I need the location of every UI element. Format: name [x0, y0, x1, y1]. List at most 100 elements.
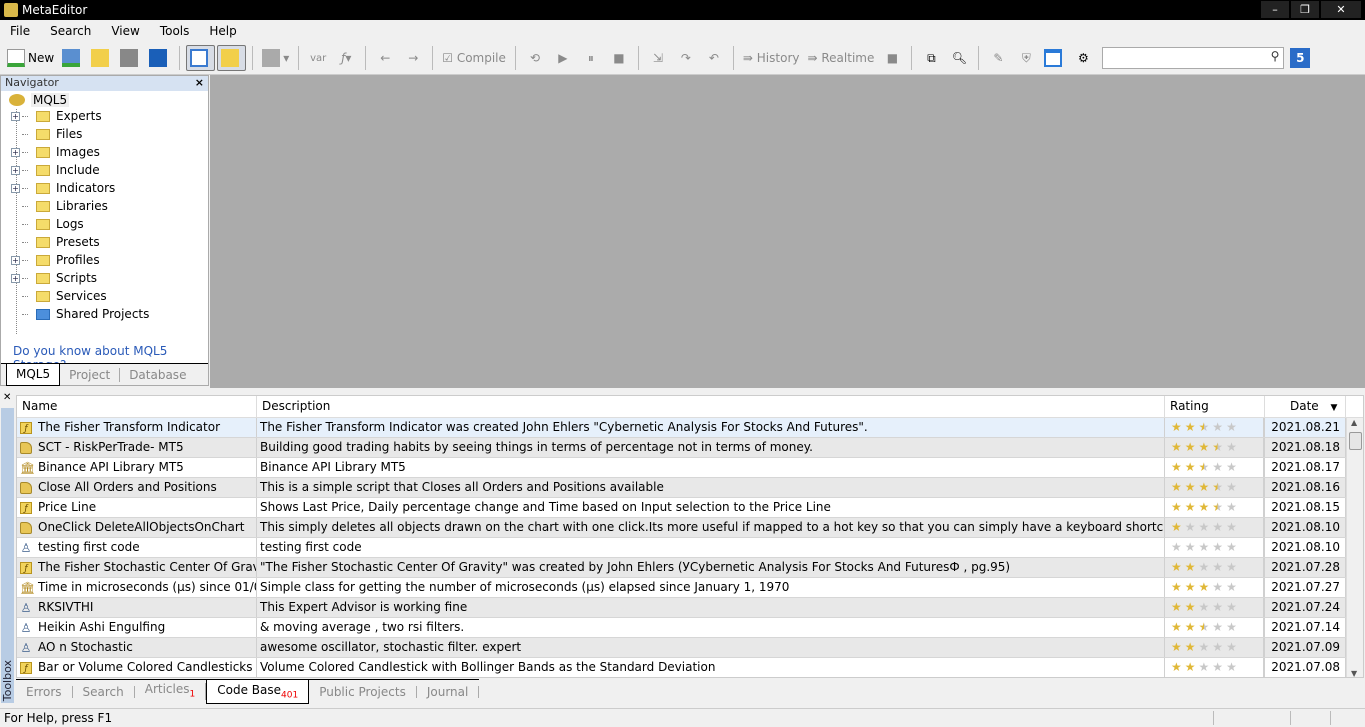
tree-item-services[interactable]: Services: [11, 287, 107, 305]
compile-button[interactable]: ☑ Compile: [439, 45, 509, 71]
terminal-button[interactable]: [1041, 45, 1068, 71]
settings-button[interactable]: ⚙: [1070, 45, 1096, 71]
menu-help[interactable]: Help: [199, 24, 246, 38]
table-row[interactable]: OneClick DeleteAllObjectsOnChart This sim…: [17, 518, 1363, 538]
table-row[interactable]: SCT - RiskPerTrade- MT5 Building good tra…: [17, 438, 1363, 458]
scroll-thumb[interactable]: [1349, 432, 1362, 450]
styler-button[interactable]: ▾: [259, 45, 292, 71]
new-project-button[interactable]: [59, 45, 86, 71]
maximize-button[interactable]: ❐: [1291, 1, 1319, 18]
step-out-button[interactable]: ↶: [701, 45, 727, 71]
stop-profiling-button[interactable]: ■: [879, 45, 905, 71]
star-icon: ★: [1184, 640, 1196, 654]
close-icon[interactable]: ✕: [3, 392, 11, 403]
search-input[interactable]: ⚲: [1102, 47, 1285, 69]
table-row[interactable]: ƒ The Fisher Transform Indicator The Fishe…: [17, 418, 1363, 438]
expand-icon[interactable]: +: [11, 273, 20, 283]
star-icon: ★: [1198, 600, 1210, 614]
menu-file[interactable]: File: [0, 24, 40, 38]
table-row[interactable]: ƒ Price Line Shows Last Price, Daily perce…: [17, 498, 1363, 518]
close-button[interactable]: ✕: [1321, 1, 1361, 18]
expand-icon[interactable]: +: [11, 255, 20, 265]
tab-mql5[interactable]: MQL5: [6, 363, 61, 386]
copy-button[interactable]: ⧉: [918, 45, 944, 71]
column-rating[interactable]: Rating: [1165, 396, 1265, 417]
tree-item-libraries[interactable]: Libraries: [11, 197, 108, 215]
insert-function-button[interactable]: ƒ ▾: [333, 45, 359, 71]
table-row[interactable]: ♙ testing first code testing first code ★ ★ ★…: [17, 538, 1363, 558]
table-row[interactable]: 🏛︎ Binance API Library MT5 Binance API Lib…: [17, 458, 1363, 478]
table-row[interactable]: 🏛︎Time in microseconds (µs) since 01/01/…: [17, 578, 1363, 598]
toggle-toolbox-button[interactable]: [217, 45, 247, 71]
step-into-button[interactable]: ⇲: [645, 45, 671, 71]
styler-comb-button[interactable]: ✎: [985, 45, 1011, 71]
tree-item-experts[interactable]: + Experts: [11, 107, 102, 125]
history-button[interactable]: ⇛ History: [740, 45, 803, 71]
window-title: MetaEditor: [22, 3, 88, 17]
tree-item-files[interactable]: Files: [11, 125, 82, 143]
column-name[interactable]: Name: [17, 396, 257, 417]
toggle-navigator-button[interactable]: [186, 45, 216, 71]
star-icon: ★: [1171, 480, 1182, 494]
tree-item-logs[interactable]: Logs: [11, 215, 84, 233]
scroll-down-icon[interactable]: ▼: [1351, 669, 1357, 677]
step-over-button[interactable]: ↷: [673, 45, 699, 71]
save-all-button[interactable]: [146, 45, 173, 71]
debug-history-button[interactable]: ⟲: [522, 45, 548, 71]
start-button[interactable]: ▶: [550, 45, 576, 71]
tab-project[interactable]: Project: [60, 367, 121, 382]
tab-database[interactable]: Database: [120, 368, 195, 382]
forward-button[interactable]: →: [400, 45, 426, 71]
tree-item-indicators[interactable]: + Indicators: [11, 179, 115, 197]
tab-public-projects[interactable]: Public Projects: [309, 685, 417, 698]
expand-icon[interactable]: +: [11, 147, 20, 157]
back-button[interactable]: ←: [372, 45, 398, 71]
stop-icon: ■: [886, 51, 899, 65]
tree-item-profiles[interactable]: + Profiles: [11, 251, 100, 269]
tree-root[interactable]: MQL5: [9, 93, 70, 107]
save-button[interactable]: [117, 45, 144, 71]
menu-tools[interactable]: Tools: [150, 24, 200, 38]
stop-button[interactable]: ■: [606, 45, 632, 71]
tree-item-include[interactable]: + Include: [11, 161, 100, 179]
vertical-scrollbar[interactable]: ▲ ▼: [1346, 418, 1363, 677]
restart-icon: ⟲: [529, 51, 540, 65]
find-in-files-button[interactable]: 🔍︎: [946, 45, 972, 71]
table-row[interactable]: Close All Orders and Positions This is a …: [17, 478, 1363, 498]
scroll-up-icon[interactable]: ▲: [1351, 418, 1357, 427]
menu-view[interactable]: View: [101, 24, 149, 38]
table-row[interactable]: ♙ Heikin Ashi Engulfing & moving average ,…: [17, 618, 1363, 638]
expand-icon[interactable]: +: [11, 165, 20, 175]
insert-var-button[interactable]: var: [305, 45, 331, 71]
table-row[interactable]: ƒ The Fisher Stochastic Center Of Gravity…: [17, 558, 1363, 578]
menu-search[interactable]: Search: [40, 24, 101, 38]
expand-icon[interactable]: +: [11, 183, 20, 193]
new-project-icon: [62, 49, 81, 67]
cell-rating: ★ ★ ★ ★ ★: [1165, 598, 1265, 617]
tree-item-shared-projects[interactable]: Shared Projects: [11, 305, 149, 323]
tree-item-scripts[interactable]: + Scripts: [11, 269, 97, 287]
column-date[interactable]: Date ▼: [1265, 396, 1346, 417]
mql5-community-button[interactable]: 5: [1290, 48, 1311, 68]
tab-errors[interactable]: Errors: [16, 685, 73, 698]
pause-button[interactable]: ⏸: [578, 45, 604, 71]
table-row[interactable]: ♙ RKSIVTHI This Expert Advisor is working …: [17, 598, 1363, 618]
close-icon[interactable]: ×: [195, 76, 204, 89]
minimize-button[interactable]: –: [1261, 1, 1289, 18]
search-icon[interactable]: ⚲: [1271, 49, 1280, 63]
tab-code-base[interactable]: Code Base401: [206, 679, 310, 704]
table-row[interactable]: ƒ Bar or Volume Colored Candlesticks Volum…: [17, 658, 1363, 677]
column-description[interactable]: Description: [257, 396, 1165, 417]
tab-articles[interactable]: Articles1: [135, 682, 207, 701]
new-button[interactable]: New: [4, 45, 57, 71]
tab-search[interactable]: Search: [73, 685, 135, 698]
open-button[interactable]: [88, 45, 115, 71]
tree-item-presets[interactable]: Presets: [11, 233, 100, 251]
table-row[interactable]: ♙ AO n Stochastic awesome oscillator, stoc…: [17, 638, 1363, 658]
cloud-button[interactable]: ⛨: [1013, 45, 1039, 71]
realtime-button[interactable]: ⇛ Realtime: [804, 45, 877, 71]
tab-journal[interactable]: Journal: [417, 685, 480, 698]
star-icon: ★: [1212, 420, 1224, 434]
expand-icon[interactable]: +: [11, 111, 20, 121]
tree-item-images[interactable]: + Images: [11, 143, 100, 161]
